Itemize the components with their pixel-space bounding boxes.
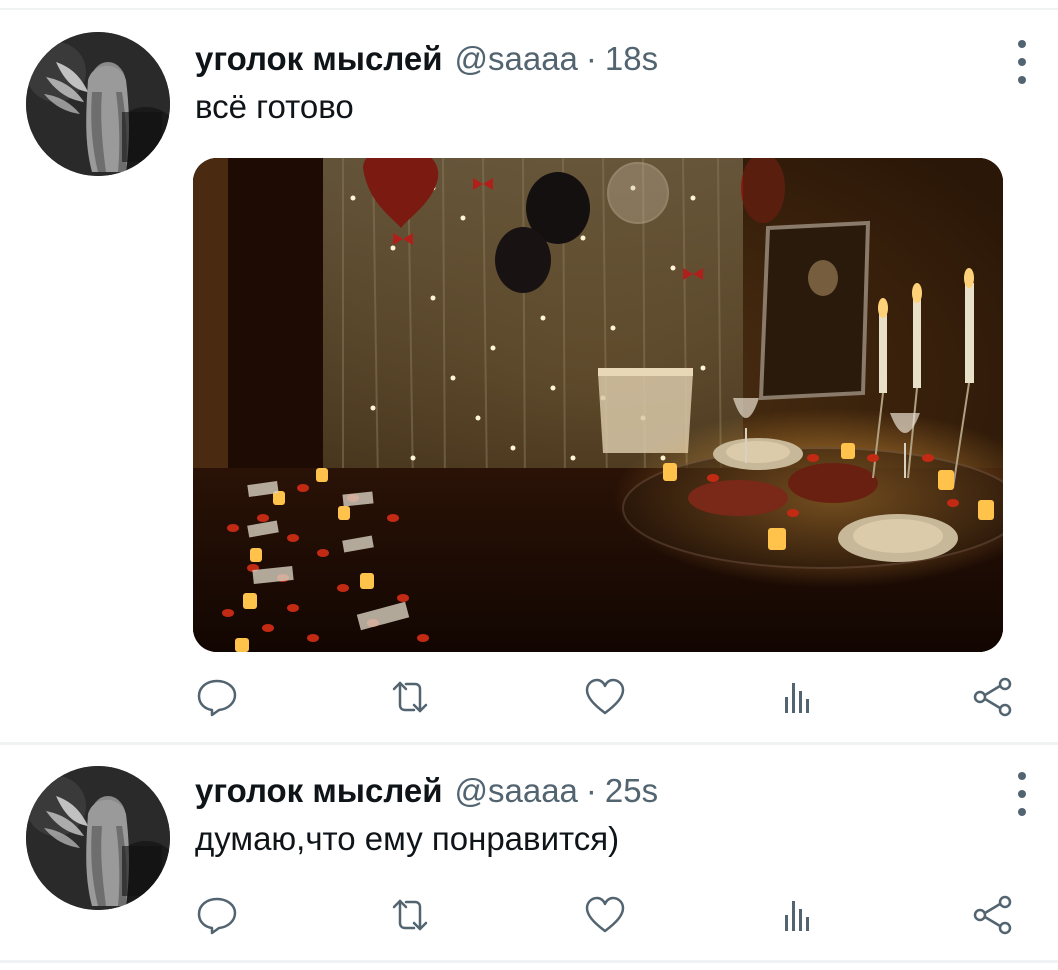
heart-icon[interactable] xyxy=(580,890,630,940)
retweet-icon[interactable] xyxy=(385,890,435,940)
avatar[interactable] xyxy=(26,32,170,176)
tweet-actions xyxy=(190,672,1030,722)
tweet[interactable]: уголок мыслей @saaaa · 18s всё готово xyxy=(0,10,1058,742)
reply-icon[interactable] xyxy=(192,890,242,940)
tweet[interactable]: уголок мыслей @saaaa · 25s думаю,что ему… xyxy=(0,746,1058,960)
user-handle[interactable]: @saaaa xyxy=(454,40,577,78)
more-vertical-icon[interactable] xyxy=(1010,772,1034,816)
user-handle[interactable]: @saaaa xyxy=(454,772,577,810)
display-name[interactable]: уголок мыслей xyxy=(195,772,442,810)
more-vertical-icon[interactable] xyxy=(1010,40,1034,84)
share-icon[interactable] xyxy=(968,890,1018,940)
retweet-icon[interactable] xyxy=(385,672,435,722)
tweet-actions xyxy=(190,890,1030,940)
views-bar-chart-icon[interactable] xyxy=(773,890,823,940)
views-bar-chart-icon[interactable] xyxy=(773,672,823,722)
reply-icon[interactable] xyxy=(192,672,242,722)
tweet-header: уголок мыслей @saaaa · 25s xyxy=(195,772,658,822)
tweet-text: всё готово xyxy=(195,88,354,125)
tweet-header: уголок мыслей @saaaa · 18s xyxy=(195,40,658,90)
tweet-image[interactable] xyxy=(193,158,1003,652)
heart-icon[interactable] xyxy=(580,672,630,722)
tweet-divider xyxy=(0,742,1058,745)
separator-dot: · xyxy=(585,40,597,77)
separator-dot: · xyxy=(585,772,597,809)
tweet-text: думаю,что ему понравится) xyxy=(195,820,620,857)
avatar[interactable] xyxy=(26,766,170,910)
share-icon[interactable] xyxy=(968,672,1018,722)
tweet-divider xyxy=(0,960,1058,963)
timestamp[interactable]: 25s xyxy=(605,772,658,810)
display-name[interactable]: уголок мыслей xyxy=(195,40,442,78)
timestamp[interactable]: 18s xyxy=(605,40,658,78)
